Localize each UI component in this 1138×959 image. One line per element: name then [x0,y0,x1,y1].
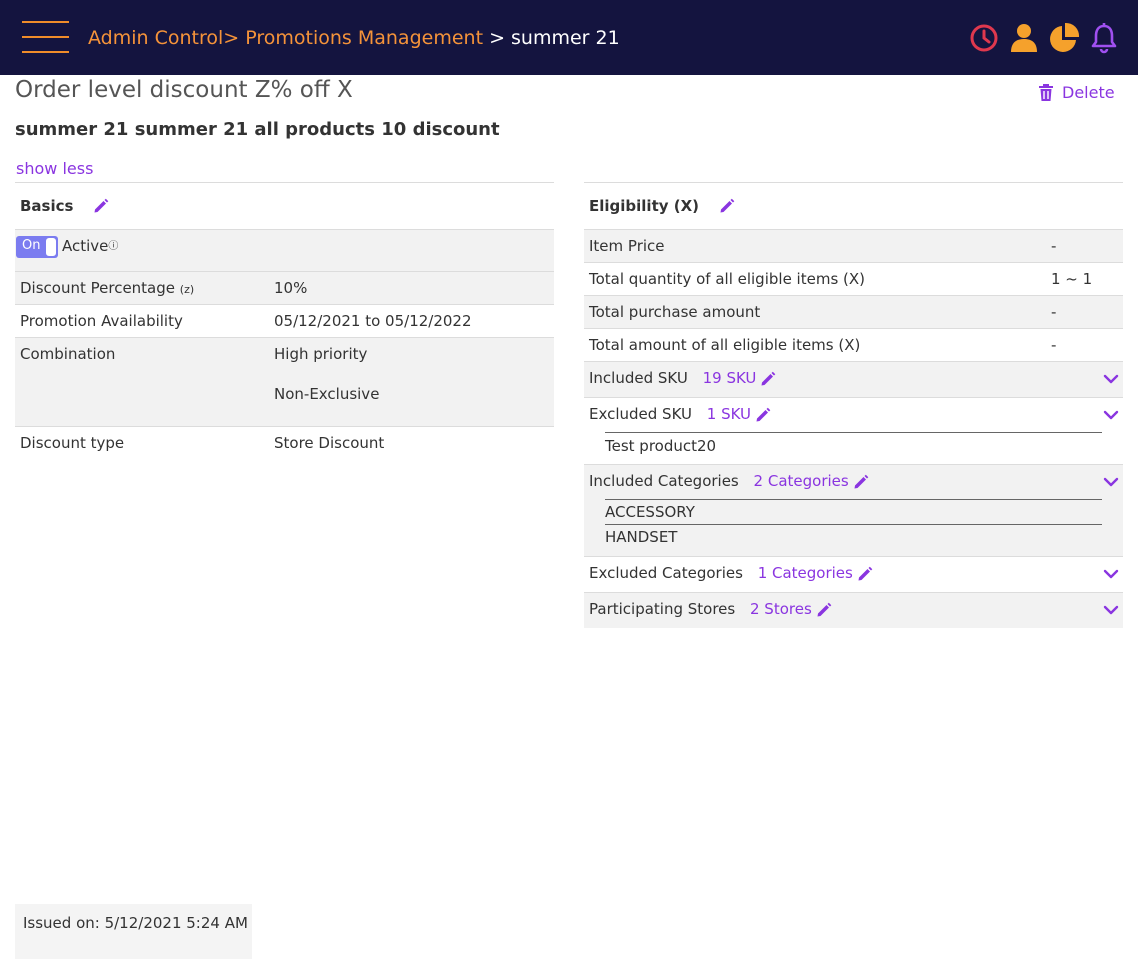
eligibility-title: Eligibility (X) [589,197,700,215]
included-category-item: ACCESSORY [605,503,695,521]
included-sku-accordion[interactable]: Included SKU 19 SKU [584,361,1123,397]
participating-stores-accordion[interactable]: Participating Stores 2 Stores [584,592,1123,628]
breadcrumb-current: summer 21 [511,27,620,49]
combination-value: High priority [274,345,368,363]
total-amount-row: Total amount of all eligible items (X) - [584,328,1123,361]
excluded-sku-label: Excluded SKU [589,405,692,423]
item-price-row: Item Price - [584,229,1123,262]
trash-icon [1039,84,1053,101]
basics-header: Basics [15,183,554,229]
breadcrumb-promotions-management[interactable]: Promotions Management [245,27,483,49]
eligibility-header: Eligibility (X) [584,183,1123,229]
eligibility-row-label: Total purchase amount [589,303,761,321]
edit-basics-icon[interactable] [93,198,109,214]
discount-type-value: Store Discount [274,434,385,452]
discount-percentage-label: Discount Percentage (z) [20,279,195,297]
chevron-down-icon[interactable] [1103,602,1119,618]
basics-title: Basics [20,197,74,215]
active-label: Activeⓘ [62,237,119,255]
eligibility-row-value: 1 ~ 1 [1051,270,1093,288]
discount-type-label: Discount type [20,434,125,452]
active-toggle[interactable]: On [16,236,58,258]
included-sku-count[interactable]: 19 SKU [703,369,777,387]
delete-label: Delete [1062,83,1115,102]
chevron-down-icon[interactable] [1103,407,1119,423]
clock-icon[interactable] [968,22,1000,54]
participating-stores-count[interactable]: 2 Stores [750,600,832,618]
pencil-icon[interactable] [857,566,873,582]
pencil-icon[interactable] [760,371,776,387]
total-purchase-row: Total purchase amount - [584,295,1123,328]
included-categories-label: Included Categories [589,472,739,490]
help-icon[interactable]: ⓘ [108,241,118,252]
pencil-icon[interactable] [853,474,869,490]
combination-label: Combination [20,345,116,363]
participating-stores-label: Participating Stores [589,600,736,618]
total-quantity-row: Total quantity of all eligible items (X)… [584,262,1123,295]
excluded-categories-label: Excluded Categories [589,564,743,582]
chevron-down-icon[interactable] [1103,474,1119,490]
issued-text: Issued on: 5/12/2021 5:24 AM [23,914,248,932]
discount-percentage-value: 10% [274,279,308,297]
breadcrumb-admin-control[interactable]: Admin Control [88,27,223,49]
chevron-down-icon[interactable] [1103,566,1119,582]
availability-value: 05/12/2021 to 05/12/2022 [274,312,472,330]
discount-percentage-row: Discount Percentage (z) 10% [15,271,554,304]
delete-button[interactable]: Delete [1038,83,1115,102]
show-less-link[interactable]: show less [16,159,93,178]
included-categories-count[interactable]: 2 Categories [754,472,869,490]
excluded-sku-item: Test product20 [605,437,717,455]
availability-row: Promotion Availability 05/12/2021 to 05/… [15,304,554,337]
page-title: Order level discount Z% off X [15,77,353,103]
pencil-icon[interactable] [755,407,771,423]
breadcrumb: Admin Control> Promotions Management > s… [88,26,620,50]
breadcrumb-separator: > [483,27,512,49]
top-bar: Admin Control> Promotions Management > s… [0,0,1138,75]
menu-icon[interactable] [22,20,70,54]
included-category-item: HANDSET [605,528,678,546]
availability-label: Promotion Availability [20,312,183,330]
basics-panel: Basics On Activeⓘ Discount Percentage (z… [15,182,554,459]
excluded-categories-count[interactable]: 1 Categories [758,564,873,582]
promotion-name: summer 21 summer 21 all products 10 disc… [15,119,500,140]
breadcrumb-separator: > [223,27,240,49]
toggle-label: On [22,238,41,253]
user-icon[interactable] [1008,22,1040,54]
eligibility-row-label: Total quantity of all eligible items (X) [589,270,866,288]
eligibility-panel: Eligibility (X) Item Price - Total quant… [584,182,1123,628]
eligibility-row-label: Item Price [589,237,665,255]
eligibility-row-label: Total amount of all eligible items (X) [589,336,861,354]
pencil-icon[interactable] [816,602,832,618]
combination-row: Combination High priority Non-Exclusive [15,337,554,426]
eligibility-row-value: - [1051,237,1057,255]
issued-info: Issued on: 5/12/2021 5:24 AM [15,904,252,959]
combination-value: Non-Exclusive [274,385,380,403]
chevron-down-icon[interactable] [1103,371,1119,387]
discount-type-row: Discount type Store Discount [15,426,554,459]
active-row: On Activeⓘ [15,229,554,271]
included-categories-accordion[interactable]: Included Categories 2 Categories ACCESSO… [584,464,1123,556]
excluded-sku-accordion[interactable]: Excluded SKU 1 SKU Test product20 [584,397,1123,464]
included-sku-label: Included SKU [589,369,688,387]
bell-icon[interactable] [1088,22,1120,54]
eligibility-row-value: - [1051,303,1057,321]
excluded-categories-accordion[interactable]: Excluded Categories 1 Categories [584,556,1123,592]
edit-eligibility-icon[interactable] [719,198,735,214]
excluded-sku-count[interactable]: 1 SKU [707,405,771,423]
header-icons [968,22,1118,56]
pie-chart-icon[interactable] [1048,22,1080,54]
eligibility-row-value: - [1051,336,1057,354]
